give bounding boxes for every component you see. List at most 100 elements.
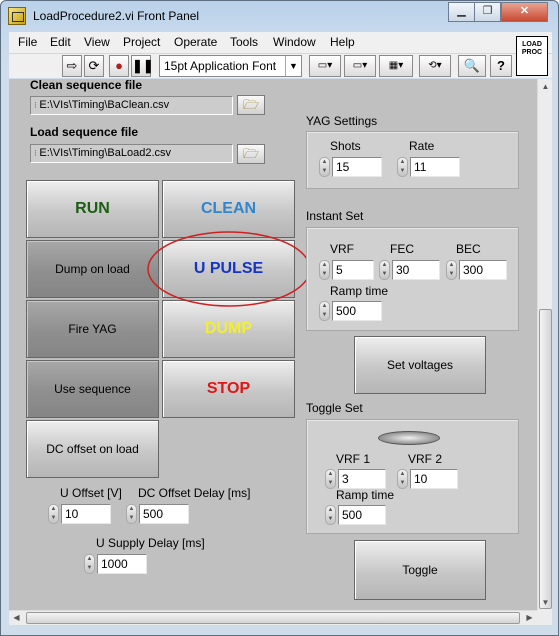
chevron-down-icon: ▼	[285, 56, 301, 76]
menu-window[interactable]: Window	[273, 35, 316, 49]
vrf2-value[interactable]: 10	[410, 469, 458, 489]
dc-offset-delay-control[interactable]: ▲ ▼ 500	[126, 504, 189, 524]
vrf-control[interactable]: ▲ ▼ 5	[319, 260, 375, 280]
dc-offset-delay-value[interactable]: 500	[139, 504, 189, 524]
bec-control[interactable]: ▲ ▼ 300	[446, 260, 509, 280]
font-select[interactable]: 15pt Application Font ▼	[159, 55, 302, 77]
window-title: LoadProcedure2.vi Front Panel	[33, 9, 200, 23]
minimize-button[interactable]: ▁	[448, 2, 475, 22]
reorder-icon[interactable]: ⟲▾	[419, 55, 451, 77]
spinner-icon[interactable]: ▲ ▼	[379, 260, 390, 280]
dump-on-load-button[interactable]: Dump on load	[26, 240, 159, 298]
folder-icon: 🗁	[242, 97, 260, 112]
scroll-left-icon[interactable]: ◀	[9, 611, 24, 625]
shots-label: Shots	[330, 139, 361, 153]
menu-edit[interactable]: Edit	[50, 35, 71, 49]
rate-control[interactable]: ▲ ▼ 11	[397, 157, 460, 177]
clean-file-browse-button[interactable]: 🗁	[237, 95, 265, 115]
rate-value[interactable]: 11	[410, 157, 460, 177]
run-button[interactable]: RUN	[26, 180, 159, 238]
spinner-icon[interactable]: ▲ ▼	[319, 260, 330, 280]
vertical-scroll-thumb[interactable]	[539, 309, 552, 609]
spinner-icon[interactable]: ▲ ▼	[397, 469, 408, 489]
menu-tools[interactable]: Tools	[230, 35, 258, 49]
pause-icon[interactable]: ❚❚	[131, 55, 154, 77]
scroll-right-icon[interactable]: ▶	[522, 611, 537, 625]
u-supply-delay-control[interactable]: ▲ ▼ 1000	[84, 554, 147, 574]
toggle-ramp-time-control[interactable]: ▲ ▼ 500	[325, 505, 388, 525]
spinner-icon[interactable]: ▲ ▼	[319, 301, 330, 321]
help-icon[interactable]: ?	[490, 55, 512, 77]
menu-view[interactable]: View	[84, 35, 110, 49]
fec-control[interactable]: ▲ ▼ 30	[379, 260, 442, 280]
ramp-time-label: Ramp time	[330, 284, 389, 298]
labview-vi-icon	[8, 7, 26, 25]
stop-button[interactable]: STOP	[162, 360, 295, 418]
restore-button[interactable]: ❐	[474, 2, 501, 22]
bec-value[interactable]: 300	[459, 260, 507, 280]
fire-yag-button[interactable]: Fire YAG	[26, 300, 159, 358]
vertical-scrollbar[interactable]: ▲ ▼	[537, 79, 552, 610]
window: LoadProcedure2.vi Front Panel ▁ ❐ ✕ File…	[0, 0, 559, 636]
clean-file-value: E:\VIs\Timing\BaClean.csv	[39, 99, 170, 111]
close-button[interactable]: ✕	[501, 2, 548, 22]
fec-value[interactable]: 30	[392, 260, 440, 280]
distribute-objects-icon[interactable]: ▭▾	[344, 55, 376, 77]
font-select-value: 15pt Application Font	[164, 59, 277, 73]
use-sequence-button[interactable]: Use sequence	[26, 360, 159, 418]
spinner-icon[interactable]: ▲ ▼	[397, 157, 408, 177]
resize-grip-icon[interactable]	[537, 610, 552, 625]
vi-icon-text-2: PROC	[521, 49, 543, 56]
ramp-time-value[interactable]: 500	[332, 301, 382, 321]
menu-help[interactable]: Help	[330, 35, 355, 49]
menu-project[interactable]: Project	[123, 35, 160, 49]
resize-objects-icon[interactable]: ▦▾	[379, 55, 413, 77]
horizontal-scrollbar[interactable]: ◀ ▶	[9, 610, 537, 625]
spinner-icon[interactable]: ▲ ▼	[325, 469, 336, 489]
clean-file-path[interactable]: ⁝ E:\VIs\Timing\BaClean.csv	[30, 96, 233, 115]
vrf1-control[interactable]: ▲ ▼ 3	[325, 469, 388, 489]
shots-control[interactable]: ▲ ▼ 15	[319, 157, 382, 177]
run-continuously-icon[interactable]: ⟳	[84, 55, 104, 77]
spinner-icon[interactable]: ▲ ▼	[319, 157, 330, 177]
vrf1-label: VRF 1	[336, 452, 371, 466]
load-file-path[interactable]: ⁝ E:\VIs\Timing\BaLoad2.csv	[30, 144, 233, 163]
spinner-icon[interactable]: ▲ ▼	[126, 504, 137, 524]
ramp-time-control[interactable]: ▲ ▼ 500	[319, 301, 382, 321]
yag-settings-title: YAG Settings	[306, 114, 378, 128]
u-supply-delay-value[interactable]: 1000	[97, 554, 147, 574]
u-supply-delay-label: U Supply Delay [ms]	[96, 536, 205, 550]
align-objects-icon[interactable]: ▭▾	[309, 55, 341, 77]
load-file-value: E:\VIs\Timing\BaLoad2.csv	[39, 147, 172, 159]
scroll-down-icon[interactable]: ▼	[539, 595, 552, 610]
toggle-set-title: Toggle Set	[306, 401, 363, 415]
shots-value[interactable]: 15	[332, 157, 382, 177]
dc-offset-on-load-button[interactable]: DC offset on load	[26, 420, 159, 478]
u-offset-value[interactable]: 10	[61, 504, 111, 524]
rate-label: Rate	[409, 139, 435, 153]
abort-icon[interactable]: ●	[109, 55, 129, 77]
menu-operate[interactable]: Operate	[174, 35, 217, 49]
horizontal-scroll-thumb[interactable]	[26, 612, 520, 624]
spinner-icon[interactable]: ▲ ▼	[84, 554, 95, 574]
vrf-value[interactable]: 5	[332, 260, 374, 280]
u-offset-control[interactable]: ▲ ▼ 10	[48, 504, 111, 524]
vrf2-control[interactable]: ▲ ▼ 10	[397, 469, 460, 489]
toggle-indicator	[378, 431, 440, 445]
spinner-icon[interactable]: ▲ ▼	[325, 505, 336, 525]
set-voltages-button[interactable]: Set voltages	[354, 336, 486, 394]
toggle-ramp-time-value[interactable]: 500	[338, 505, 386, 525]
bec-label: BEC	[456, 242, 481, 256]
vi-connector-icon: LOAD PROC	[516, 36, 548, 76]
load-file-label: Load sequence file	[30, 125, 139, 139]
vrf1-value[interactable]: 3	[338, 469, 386, 489]
menu-file[interactable]: File	[18, 35, 37, 49]
spinner-icon[interactable]: ▲ ▼	[446, 260, 457, 280]
run-arrow-icon[interactable]: ⇨	[62, 55, 82, 77]
toggle-button[interactable]: Toggle	[354, 540, 486, 600]
spinner-icon[interactable]: ▲ ▼	[48, 504, 59, 524]
scroll-up-icon[interactable]: ▲	[539, 79, 552, 94]
folder-icon: 🗁	[242, 146, 260, 161]
search-icon[interactable]: 🔍	[458, 55, 486, 77]
load-file-browse-button[interactable]: 🗁	[237, 144, 265, 164]
